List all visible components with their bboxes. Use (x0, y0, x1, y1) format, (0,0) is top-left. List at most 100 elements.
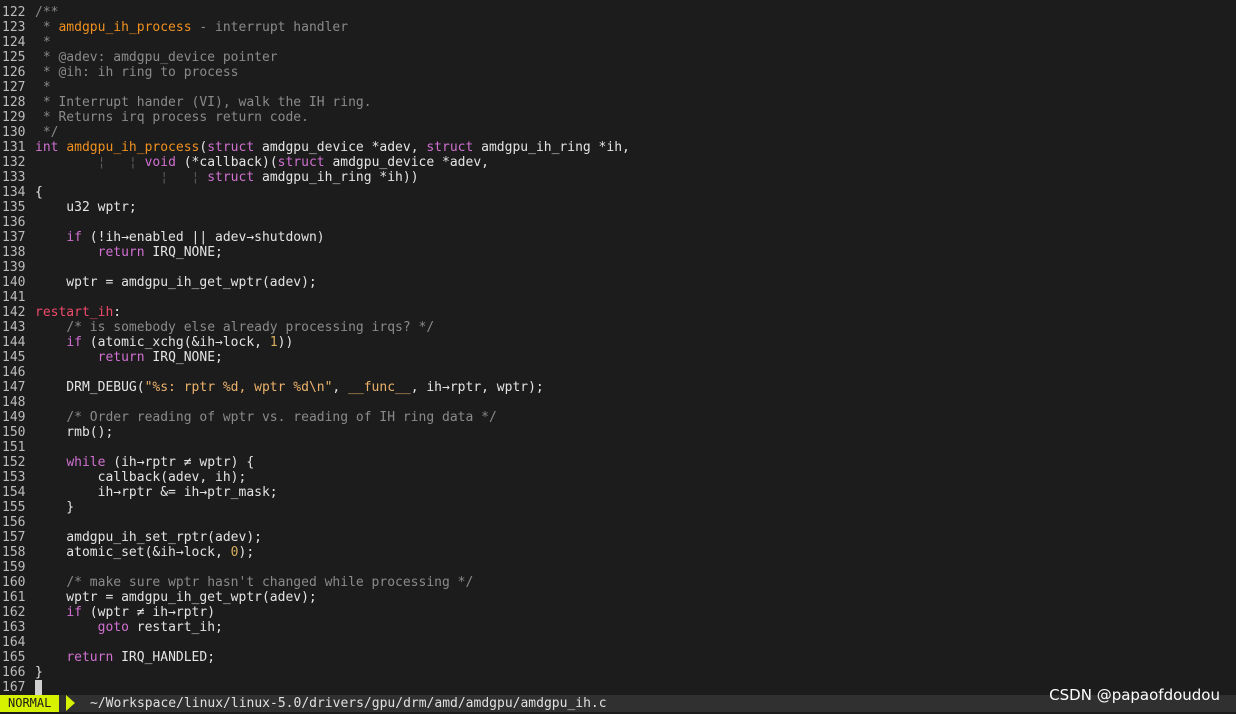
code-line[interactable]: 146 (0, 365, 1236, 380)
doc-function-name: amdgpu_ih_process (58, 20, 192, 35)
code-line[interactable]: 153 callback(adev, ih); (0, 470, 1236, 485)
code-line[interactable]: 138 return IRQ_NONE; (0, 245, 1236, 260)
code-content: wptr = amdgpu_ih_get_wptr(adev); (35, 590, 317, 605)
code-line[interactable]: 127 * (0, 80, 1236, 95)
code-line[interactable]: 136 (0, 215, 1236, 230)
line-number: 124 (2, 35, 26, 50)
code-content: ¦ ¦ struct amdgpu_ih_ring *ih)) (35, 170, 419, 185)
code-line[interactable]: 144 if (atomic_xchg(&ih→lock, 1)) (0, 335, 1236, 350)
code-line[interactable]: 143 /* is somebody else already processi… (0, 320, 1236, 335)
line-number: 163 (2, 620, 26, 635)
line-number: 139 (2, 260, 26, 275)
code-comment: */ (35, 125, 59, 140)
code-line[interactable]: 149 /* Order reading of wptr vs. reading… (0, 410, 1236, 425)
code-line[interactable]: 142 restart_ih: (0, 305, 1236, 320)
code-content: * @adev: amdgpu_device pointer (35, 50, 278, 65)
code-number: 1 (269, 335, 278, 350)
code-line[interactable]: 165 return IRQ_HANDLED; (0, 650, 1236, 665)
code-line[interactable]: 159 (0, 560, 1236, 575)
code-content: restart_ih: (35, 305, 121, 320)
code-text: )) (277, 335, 294, 350)
code-content: rmb(); (35, 425, 113, 440)
code-text: : (113, 305, 122, 320)
code-keyword: struct (207, 140, 255, 155)
line-number: 167 (2, 680, 26, 695)
code-comment: /* is somebody else already processing i… (66, 320, 435, 335)
code-line[interactable]: 122 /** (0, 5, 1236, 20)
line-number: 125 (2, 50, 26, 65)
code-line[interactable]: 128 * Interrupt hander (VI), walk the IH… (0, 95, 1236, 110)
code-line[interactable]: 156 (0, 515, 1236, 530)
code-line[interactable]: 150 rmb(); (0, 425, 1236, 440)
code-line[interactable]: 133 ¦ ¦ struct amdgpu_ih_ring *ih)) (0, 170, 1236, 185)
code-line[interactable]: 158 atomic_set(&ih→lock, 0); (0, 545, 1236, 560)
code-line[interactable]: 134 { (0, 185, 1236, 200)
code-line[interactable]: 123 * amdgpu_ih_process - interrupt hand… (0, 20, 1236, 35)
code-line[interactable]: 152 while (ih→rptr ≠ wptr) { (0, 455, 1236, 470)
code-text: amdgpu_ih_ring *ih, (473, 140, 630, 155)
code-line[interactable]: 140 wptr = amdgpu_ih_get_wptr(adev); (0, 275, 1236, 290)
code-line[interactable]: 155 } (0, 500, 1236, 515)
code-keyword: struct (426, 140, 474, 155)
code-line[interactable]: 124 * (0, 35, 1236, 50)
code-content: return IRQ_NONE; (35, 350, 223, 365)
code-content: return IRQ_NONE; (35, 245, 223, 260)
code-line[interactable]: 162 if (wptr ≠ ih→rptr) (0, 605, 1236, 620)
code-line[interactable]: 141 (0, 290, 1236, 305)
code-line[interactable]: 151 (0, 440, 1236, 455)
code-line[interactable]: 147 DRM_DEBUG("%s: rptr %d, wptr %d\n", … (0, 380, 1236, 395)
line-number: 142 (2, 305, 26, 320)
line-number: 146 (2, 365, 26, 380)
code-line[interactable]: 130 */ (0, 125, 1236, 140)
code-content: int amdgpu_ih_process(struct amdgpu_devi… (35, 140, 630, 155)
code-line[interactable]: 129 * Returns irq process return code. (0, 110, 1236, 125)
code-line[interactable]: 148 (0, 395, 1236, 410)
code-label: restart_ih (35, 305, 114, 320)
watermark: CSDN @papaofdoudou (1049, 686, 1220, 704)
code-keyword: return (66, 650, 114, 665)
file-path: ~/Workspace/linux/linux-5.0/drivers/gpu/… (90, 696, 607, 711)
code-line[interactable]: 160 /* make sure wptr hasn't changed whi… (0, 575, 1236, 590)
code-text: amdgpu_ih_ring *ih)) (254, 170, 419, 185)
code-line[interactable]: 137 if (!ih→enabled || adev→shutdown) (0, 230, 1236, 245)
code-text: wptr = amdgpu_ih_get_wptr(adev); (35, 590, 317, 605)
code-line[interactable]: 154 ih→rptr &= ih→ptr_mask; (0, 485, 1236, 500)
code-line[interactable]: 132 ¦ ¦ void (*callback)(struct amdgpu_d… (0, 155, 1236, 170)
line-number: 133 (2, 170, 26, 185)
code-content: * Interrupt hander (VI), walk the IH rin… (35, 95, 372, 110)
line-number: 123 (2, 20, 26, 35)
code-editor[interactable]: 122/** 123 * amdgpu_ih_process - interrup… (0, 5, 1236, 695)
code-line[interactable]: 131 int amdgpu_ih_process(struct amdgpu_d… (0, 140, 1236, 155)
line-number: 140 (2, 275, 26, 290)
code-text: IRQ_NONE; (144, 245, 223, 260)
code-line[interactable]: 125 * @adev: amdgpu_device pointer (0, 50, 1236, 65)
code-line[interactable]: 135 u32 wptr; (0, 200, 1236, 215)
line-number: 145 (2, 350, 26, 365)
code-content: /* is somebody else already processing i… (35, 320, 434, 335)
code-line[interactable]: 157 amdgpu_ih_set_rptr(adev); (0, 530, 1236, 545)
code-text: (wptr ≠ ih→rptr) (81, 605, 216, 620)
code-line[interactable]: 139 (0, 260, 1236, 275)
code-content: DRM_DEBUG("%s: rptr %d, wptr %d\n", __fu… (35, 380, 543, 395)
code-line[interactable]: 161 wptr = amdgpu_ih_get_wptr(adev); (0, 590, 1236, 605)
line-number: 131 (2, 140, 26, 155)
code-line[interactable]: 163 goto restart_ih; (0, 620, 1236, 635)
code-text: (ih→rptr ≠ wptr) { (105, 455, 255, 470)
code-line[interactable]: 145 return IRQ_NONE; (0, 350, 1236, 365)
code-line[interactable]: 164 (0, 635, 1236, 650)
line-number: 134 (2, 185, 26, 200)
code-line[interactable]: 126 * @ih: ih ring to process (0, 65, 1236, 80)
line-number: 162 (2, 605, 26, 620)
line-number: 149 (2, 410, 26, 425)
code-line[interactable]: 166} (0, 665, 1236, 680)
code-text: wptr = amdgpu_ih_get_wptr(adev); (35, 275, 317, 290)
code-comment: /* make sure wptr hasn't changed while p… (66, 575, 474, 590)
code-text: { (35, 185, 43, 200)
code-comment: /* Order reading of wptr vs. reading of … (66, 410, 497, 425)
code-type: int (35, 140, 59, 155)
